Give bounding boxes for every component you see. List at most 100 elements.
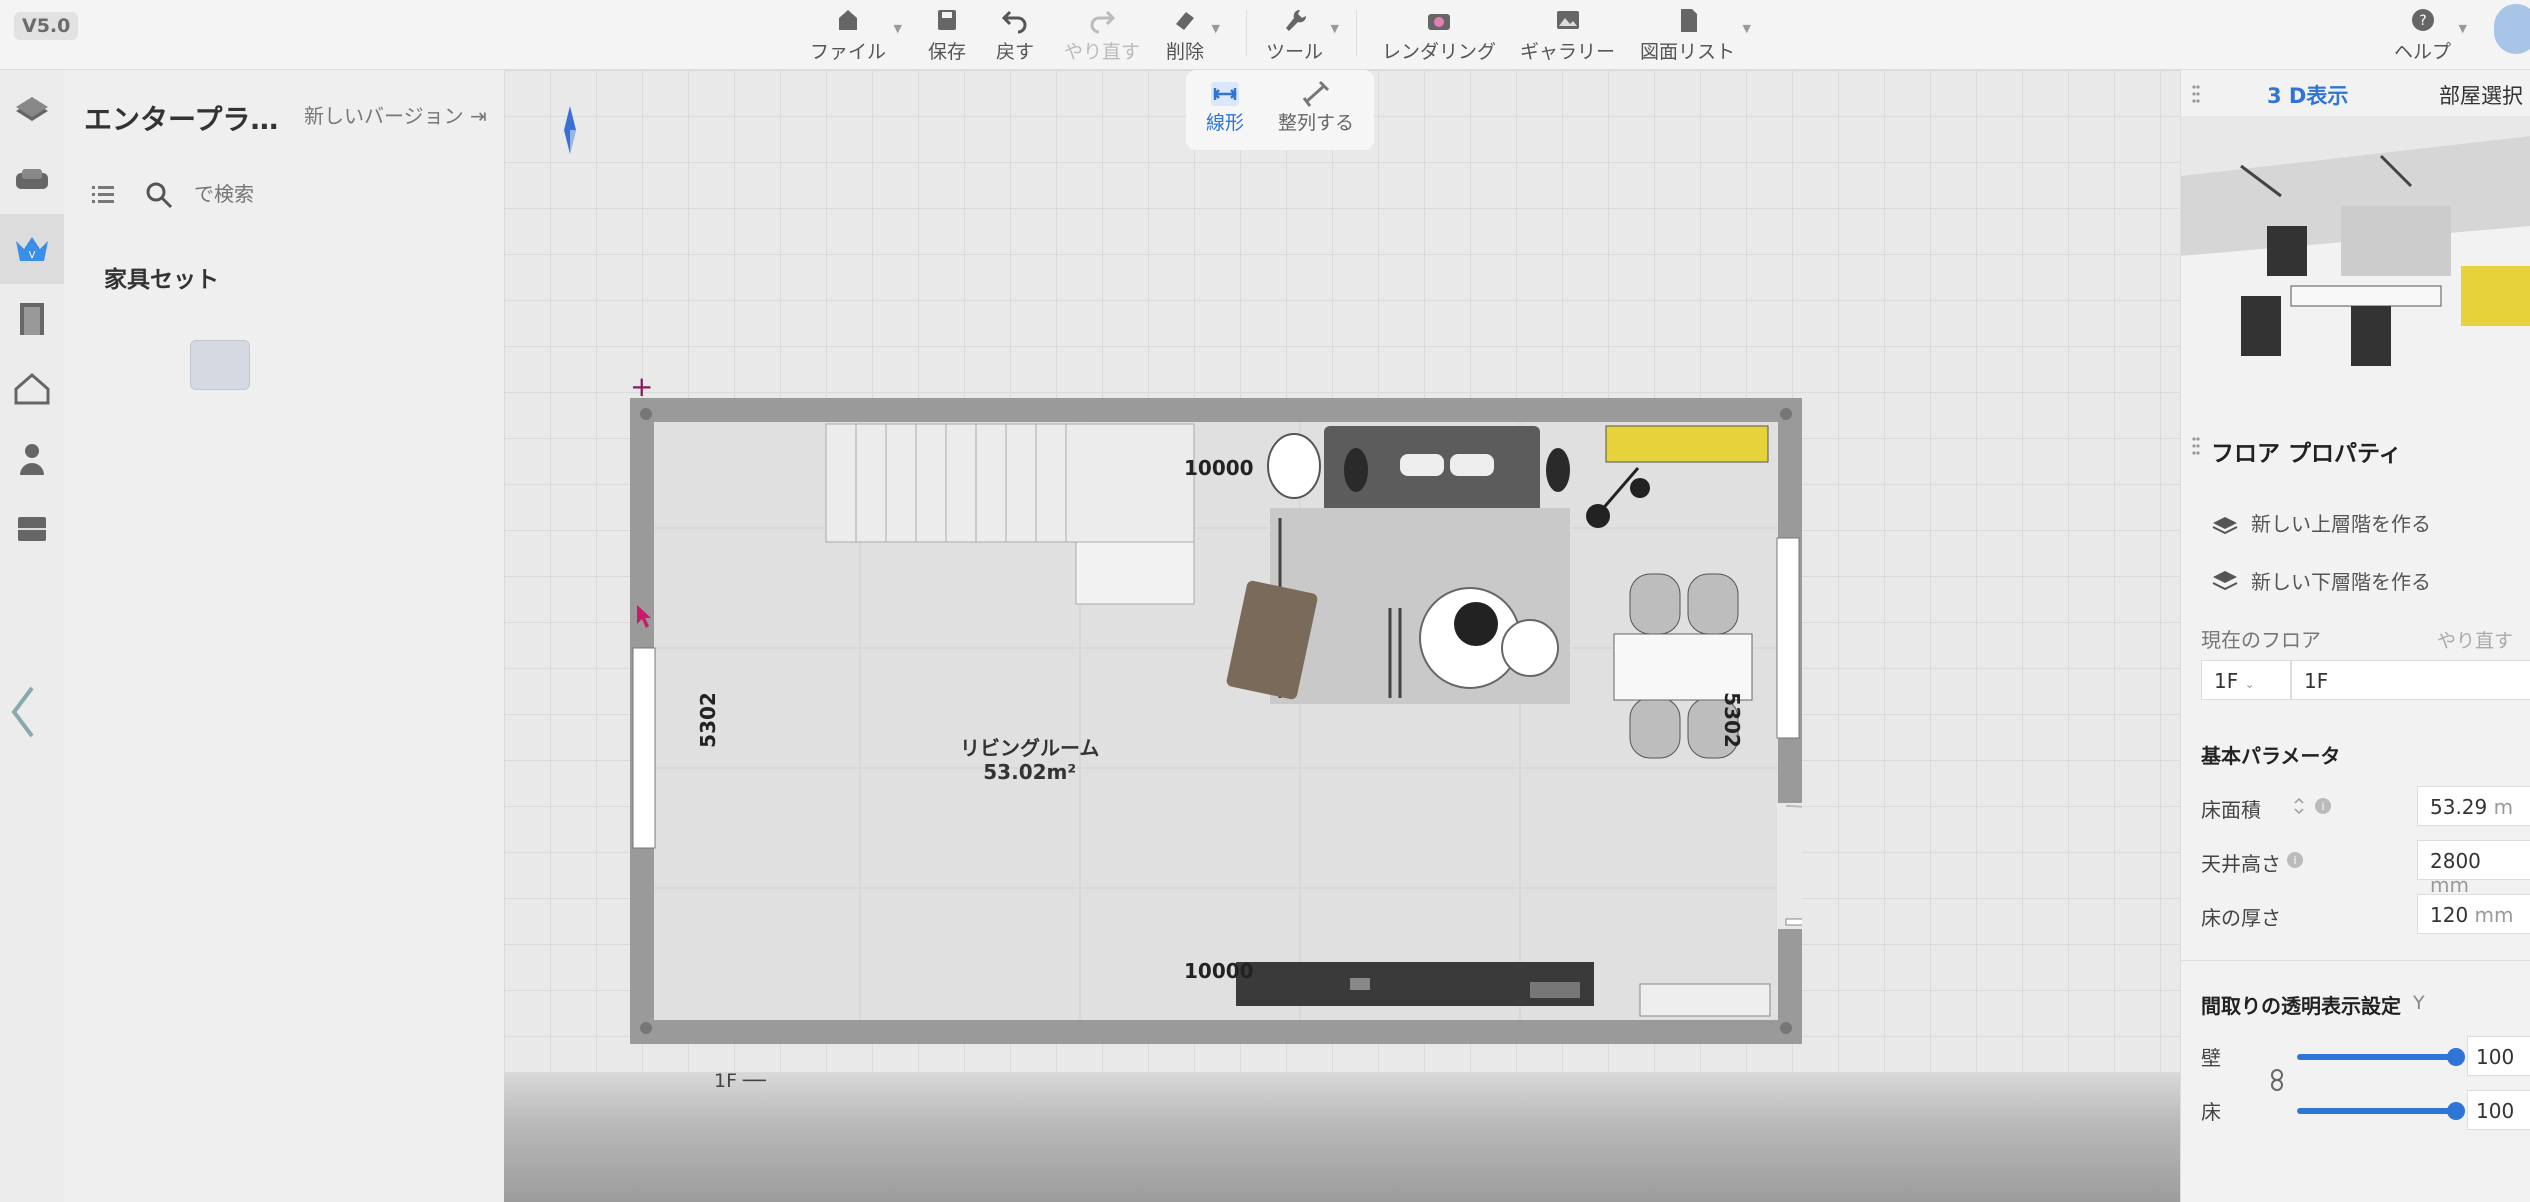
left-window[interactable] bbox=[632, 647, 656, 849]
mode-linear[interactable]: 線形 bbox=[1206, 80, 1244, 135]
mode-align[interactable]: 整列する bbox=[1278, 80, 1354, 135]
dimension-top: 10000 bbox=[1184, 456, 1254, 480]
rail-sets[interactable]: V bbox=[0, 214, 64, 284]
link-icon[interactable] bbox=[2269, 1068, 2285, 1092]
floor-area-input[interactable]: 53.29 m bbox=[2417, 786, 2530, 826]
exit-icon: ⇥ bbox=[469, 104, 487, 128]
rail-people[interactable] bbox=[0, 424, 64, 494]
floor-plan[interactable] bbox=[630, 398, 1802, 1044]
svg-text:i: i bbox=[2321, 800, 2324, 813]
drag-handle-icon[interactable] bbox=[2191, 436, 2201, 456]
rail-furniture[interactable] bbox=[0, 144, 64, 214]
tab-room-select[interactable]: 部屋選択 bbox=[2439, 80, 2523, 110]
search-input[interactable] bbox=[194, 184, 414, 207]
svg-text:?: ? bbox=[2419, 13, 2426, 29]
layers-add-icon bbox=[2212, 570, 2238, 590]
sofa-icon bbox=[16, 169, 48, 189]
3d-preview-image bbox=[2181, 116, 2530, 408]
gallery-button[interactable]: ギャラリー bbox=[1520, 0, 1615, 70]
file-menu[interactable]: ファイル ▼ bbox=[810, 0, 902, 70]
divider bbox=[1356, 10, 1357, 56]
info-icon[interactable]: i bbox=[2285, 850, 2305, 870]
list-icon[interactable] bbox=[90, 182, 116, 208]
redo-button[interactable]: やり直す bbox=[1064, 0, 1140, 70]
round-side-table[interactable] bbox=[1267, 433, 1321, 499]
floor-thickness-input[interactable]: 120 mm bbox=[2417, 894, 2530, 934]
chevron-left-icon[interactable] bbox=[6, 682, 40, 742]
rail-structure[interactable] bbox=[0, 354, 64, 424]
slider-knob[interactable] bbox=[2447, 1048, 2465, 1066]
ceiling-height-input[interactable]: 2800 mm bbox=[2417, 840, 2530, 897]
crown-icon: V bbox=[16, 237, 48, 261]
search-icon[interactable] bbox=[144, 180, 174, 210]
floor-opacity-input[interactable]: 100 bbox=[2467, 1090, 2530, 1130]
chevron-down-icon: ▼ bbox=[1211, 22, 1221, 35]
user-avatar[interactable] bbox=[2494, 4, 2530, 54]
plant-stand[interactable] bbox=[1639, 983, 1771, 1017]
help-menu[interactable]: ? ヘルプ ▼ bbox=[2394, 0, 2467, 70]
current-floor-label: 現在のフロア bbox=[2201, 628, 2321, 652]
left-icon-rail: V bbox=[0, 70, 64, 1202]
save-button[interactable]: 保存 bbox=[928, 0, 966, 70]
wall-opacity-slider[interactable] bbox=[2297, 1048, 2465, 1066]
floor-opacity-slider[interactable] bbox=[2297, 1102, 2465, 1120]
camera-icon bbox=[1428, 14, 1450, 30]
drawing-list-menu[interactable]: 図面リスト ▼ bbox=[1640, 0, 1751, 70]
tab-3d-view[interactable]: 3 D表示 bbox=[2267, 80, 2348, 110]
align-icon bbox=[1302, 80, 1330, 107]
sort-info-icon[interactable]: i bbox=[2291, 796, 2331, 816]
dimension-left: 5302 bbox=[695, 692, 720, 748]
floor-select[interactable]: 1F ⌄ bbox=[2201, 660, 2291, 700]
top-toolbar: V5.0 ファイル ▼ 保存 戻す やり直す 削除 ▼ ツール ▼ レンダリング ギャ… bbox=[0, 0, 2530, 70]
version-badge: V5.0 bbox=[14, 12, 79, 40]
transparency-toggle[interactable]: Y bbox=[2413, 992, 2425, 1014]
chevron-down-icon: ⌄ bbox=[2244, 677, 2255, 691]
new-version-button[interactable]: 新しいバージョン ⇥ bbox=[304, 100, 487, 129]
compass-icon[interactable] bbox=[560, 104, 580, 156]
room-label[interactable]: リビングルーム 53.02m² bbox=[960, 736, 1099, 784]
basic-params-title: 基本パラメータ bbox=[2201, 744, 2341, 768]
floor-name-input[interactable]: 1F bbox=[2291, 660, 2530, 700]
slider-knob[interactable] bbox=[2447, 1102, 2465, 1120]
chevron-down-icon: ▼ bbox=[893, 22, 903, 35]
ceiling-height-label: 天井高さ bbox=[2201, 852, 2281, 876]
column-marker bbox=[1780, 408, 1792, 420]
plant[interactable] bbox=[1454, 602, 1498, 646]
left-panel: エンタープラ… 新しいバージョン ⇥ 家具セット bbox=[64, 70, 504, 1202]
sideboard[interactable] bbox=[1605, 425, 1769, 463]
render-button[interactable]: レンダリング bbox=[1382, 0, 1496, 70]
linear-icon bbox=[1211, 82, 1239, 106]
rail-floorplan[interactable] bbox=[0, 74, 64, 144]
dining-table[interactable] bbox=[1613, 633, 1753, 701]
drag-handle-icon[interactable] bbox=[2191, 84, 2201, 104]
wall-opacity-input[interactable]: 100 bbox=[2467, 1036, 2530, 1076]
door-leaf[interactable] bbox=[1785, 918, 1802, 926]
column-marker bbox=[640, 408, 652, 420]
coffee-table-small[interactable] bbox=[1501, 619, 1559, 677]
folder-icon[interactable] bbox=[190, 340, 250, 390]
eraser-icon bbox=[1176, 12, 1194, 30]
cabinet-icon bbox=[18, 517, 46, 541]
right-window[interactable] bbox=[1776, 537, 1800, 739]
redo-icon bbox=[1090, 10, 1116, 34]
new-upper-floor-button[interactable]: 新しい上層階を作る bbox=[2211, 508, 2431, 537]
image-icon bbox=[1556, 11, 1579, 29]
redo-link[interactable]: やり直す bbox=[2437, 626, 2513, 653]
floor-area-label: 床面積 bbox=[2201, 798, 2261, 822]
3d-preview[interactable] bbox=[2181, 116, 2530, 408]
floor-tag: 1F ── bbox=[714, 1070, 766, 1092]
right-panel: 3 D表示 部屋選択 フロア プロパティ 新しい上層階を作る 新しい下層階を作る… bbox=[2180, 70, 2530, 1202]
undo-icon bbox=[1001, 10, 1027, 34]
layers-add-icon bbox=[2212, 516, 2238, 534]
delete-menu[interactable]: 削除 ▼ bbox=[1166, 0, 1220, 70]
rail-cabinets[interactable] bbox=[0, 494, 64, 564]
tv-console[interactable] bbox=[1236, 962, 1594, 1006]
rail-doors[interactable] bbox=[0, 284, 64, 354]
undo-button[interactable]: 戻す bbox=[996, 0, 1034, 70]
door-opening bbox=[1777, 803, 1802, 929]
tools-menu[interactable]: ツール ▼ bbox=[1266, 0, 1339, 70]
floor-opacity-label: 床 bbox=[2201, 1100, 2221, 1124]
new-lower-floor-button[interactable]: 新しい下層階を作る bbox=[2211, 566, 2431, 595]
help-icon: ? bbox=[2411, 9, 2434, 31]
room-floor[interactable] bbox=[654, 422, 1778, 1020]
